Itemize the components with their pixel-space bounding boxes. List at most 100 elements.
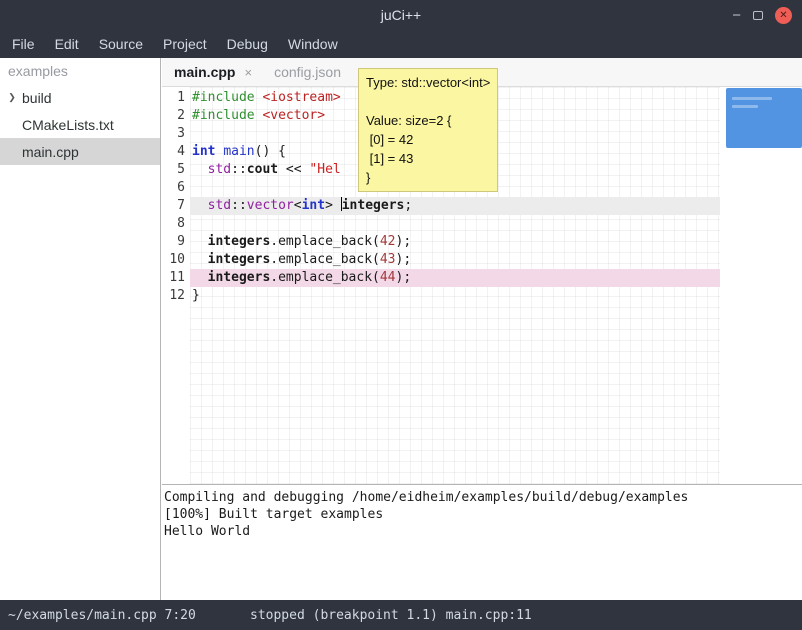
code-segment: integers xyxy=(208,270,271,285)
code-segment: .emplace_back( xyxy=(270,234,380,249)
project-name[interactable]: examples xyxy=(0,58,160,84)
line-number: 2 xyxy=(162,107,190,125)
code-segment: > xyxy=(325,198,341,213)
window-title: juCi++ xyxy=(381,7,421,23)
code-segment xyxy=(192,162,208,177)
thumbnail-line xyxy=(732,105,758,108)
code-segment: ); xyxy=(396,234,412,249)
code-segment: :: xyxy=(231,198,247,213)
line-number: 3 xyxy=(162,125,190,143)
tooltip-line: } xyxy=(366,168,490,187)
line-number-gutter: 123456789101112 xyxy=(162,89,190,484)
line-number: 8 xyxy=(162,215,190,233)
code-segment: :: xyxy=(231,162,247,177)
code-segment: std xyxy=(208,162,231,177)
code-segment: 42 xyxy=(380,234,396,249)
code-segment: } xyxy=(192,288,200,303)
chevron-right-icon[interactable]: ❯ xyxy=(4,92,20,103)
tab-main-cpp[interactable]: main.cpp × xyxy=(174,64,252,80)
line-number: 12 xyxy=(162,287,190,305)
menu-item-edit[interactable]: Edit xyxy=(45,36,89,52)
file-explorer: examples ❯build CMakeLists.txt main.cpp xyxy=(0,58,160,600)
editor-overview-thumbnail[interactable] xyxy=(726,88,802,148)
code-segment: "Hel xyxy=(309,162,340,177)
code-line-11[interactable]: integers.emplace_back(44); xyxy=(190,269,720,287)
window-controls: − ✕ xyxy=(732,0,792,30)
file-label: build xyxy=(20,90,52,106)
code-segment: #include xyxy=(192,90,255,105)
debug-status: stopped (breakpoint 1.1) main.cpp:11 xyxy=(250,608,532,623)
output-line: Hello World xyxy=(164,523,802,540)
code-segment: .emplace_back( xyxy=(270,252,380,267)
tooltip-line: [1] = 43 xyxy=(366,149,490,168)
code-segment: ; xyxy=(404,198,412,213)
code-segment: .emplace_back( xyxy=(270,270,380,285)
app-window: juCi++ − ✕ FileEditSourceProjectDebugWin… xyxy=(0,0,802,630)
line-number: 7 xyxy=(162,197,190,215)
line-number: 9 xyxy=(162,233,190,251)
file-label: CMakeLists.txt xyxy=(20,117,114,133)
line-number: 10 xyxy=(162,251,190,269)
line-number: 1 xyxy=(162,89,190,107)
code-line-12[interactable]: } xyxy=(190,287,720,305)
code-segment: cout xyxy=(247,162,278,177)
output-line: [100%] Built target examples xyxy=(164,506,802,523)
code-segment xyxy=(192,234,208,249)
line-number: 5 xyxy=(162,161,190,179)
close-button[interactable]: ✕ xyxy=(775,7,792,24)
thumbnail-line xyxy=(732,97,772,100)
code-segment: integers xyxy=(342,198,405,213)
file-tree: ❯build CMakeLists.txt main.cpp xyxy=(0,84,160,165)
tooltip-line: [0] = 42 xyxy=(366,130,490,149)
tab-label: config.json xyxy=(274,64,341,80)
tab-config-json[interactable]: config.json xyxy=(274,64,341,80)
code-segment xyxy=(192,270,208,285)
code-line-7[interactable]: std::vector<int> integers; xyxy=(190,197,720,215)
close-tab-icon[interactable]: × xyxy=(244,65,252,80)
menu-bar: FileEditSourceProjectDebugWindow xyxy=(0,30,802,58)
file-label: main.cpp xyxy=(20,144,79,160)
code-segment: <vector> xyxy=(262,108,325,123)
code-line-9[interactable]: integers.emplace_back(42); xyxy=(190,233,720,251)
menu-item-window[interactable]: Window xyxy=(278,36,348,52)
code-segment: integers xyxy=(208,234,271,249)
code-segment: main xyxy=(223,144,254,159)
code-segment: int xyxy=(302,198,325,213)
sidebar-item-build[interactable]: ❯build xyxy=(0,84,160,111)
tooltip-line: Type: std::vector<int> xyxy=(366,73,490,92)
code-segment: <iostream> xyxy=(262,90,340,105)
menu-item-debug[interactable]: Debug xyxy=(217,36,278,52)
sidebar-item-cmakelists-txt[interactable]: CMakeLists.txt xyxy=(0,111,160,138)
debug-value-tooltip: Type: std::vector<int> Value: size=2 { [… xyxy=(358,68,498,192)
code-segment: 44 xyxy=(380,270,396,285)
code-segment: ); xyxy=(396,252,412,267)
line-number: 4 xyxy=(162,143,190,161)
status-bar: ~/examples/main.cpp 7:20 stopped (breakp… xyxy=(0,600,802,630)
code-line-8[interactable] xyxy=(190,215,720,233)
code-segment: 43 xyxy=(380,252,396,267)
line-number: 11 xyxy=(162,269,190,287)
tooltip-line: Value: size=2 { xyxy=(366,111,490,130)
code-segment: ); xyxy=(396,270,412,285)
sidebar-item-main-cpp[interactable]: main.cpp xyxy=(0,138,160,165)
tooltip-line xyxy=(366,92,490,111)
minimize-button[interactable]: − xyxy=(732,8,741,23)
code-segment: std xyxy=(208,198,231,213)
code-segment: int xyxy=(192,144,215,159)
code-segment: #include xyxy=(192,108,255,123)
menu-item-project[interactable]: Project xyxy=(153,36,217,52)
menu-item-file[interactable]: File xyxy=(2,36,45,52)
line-number: 6 xyxy=(162,179,190,197)
output-line: Compiling and debugging /home/eidheim/ex… xyxy=(164,489,802,506)
menu-item-source[interactable]: Source xyxy=(89,36,153,52)
cursor-position: ~/examples/main.cpp 7:20 xyxy=(8,608,196,623)
tab-label: main.cpp xyxy=(174,64,235,80)
code-segment xyxy=(192,252,208,267)
title-bar: juCi++ − ✕ xyxy=(0,0,802,30)
code-segment: << xyxy=(278,162,309,177)
code-segment: () { xyxy=(255,144,286,159)
maximize-icon[interactable] xyxy=(753,11,763,20)
code-segment: integers xyxy=(208,252,271,267)
code-line-10[interactable]: integers.emplace_back(43); xyxy=(190,251,720,269)
output-panel[interactable]: Compiling and debugging /home/eidheim/ex… xyxy=(162,486,802,600)
